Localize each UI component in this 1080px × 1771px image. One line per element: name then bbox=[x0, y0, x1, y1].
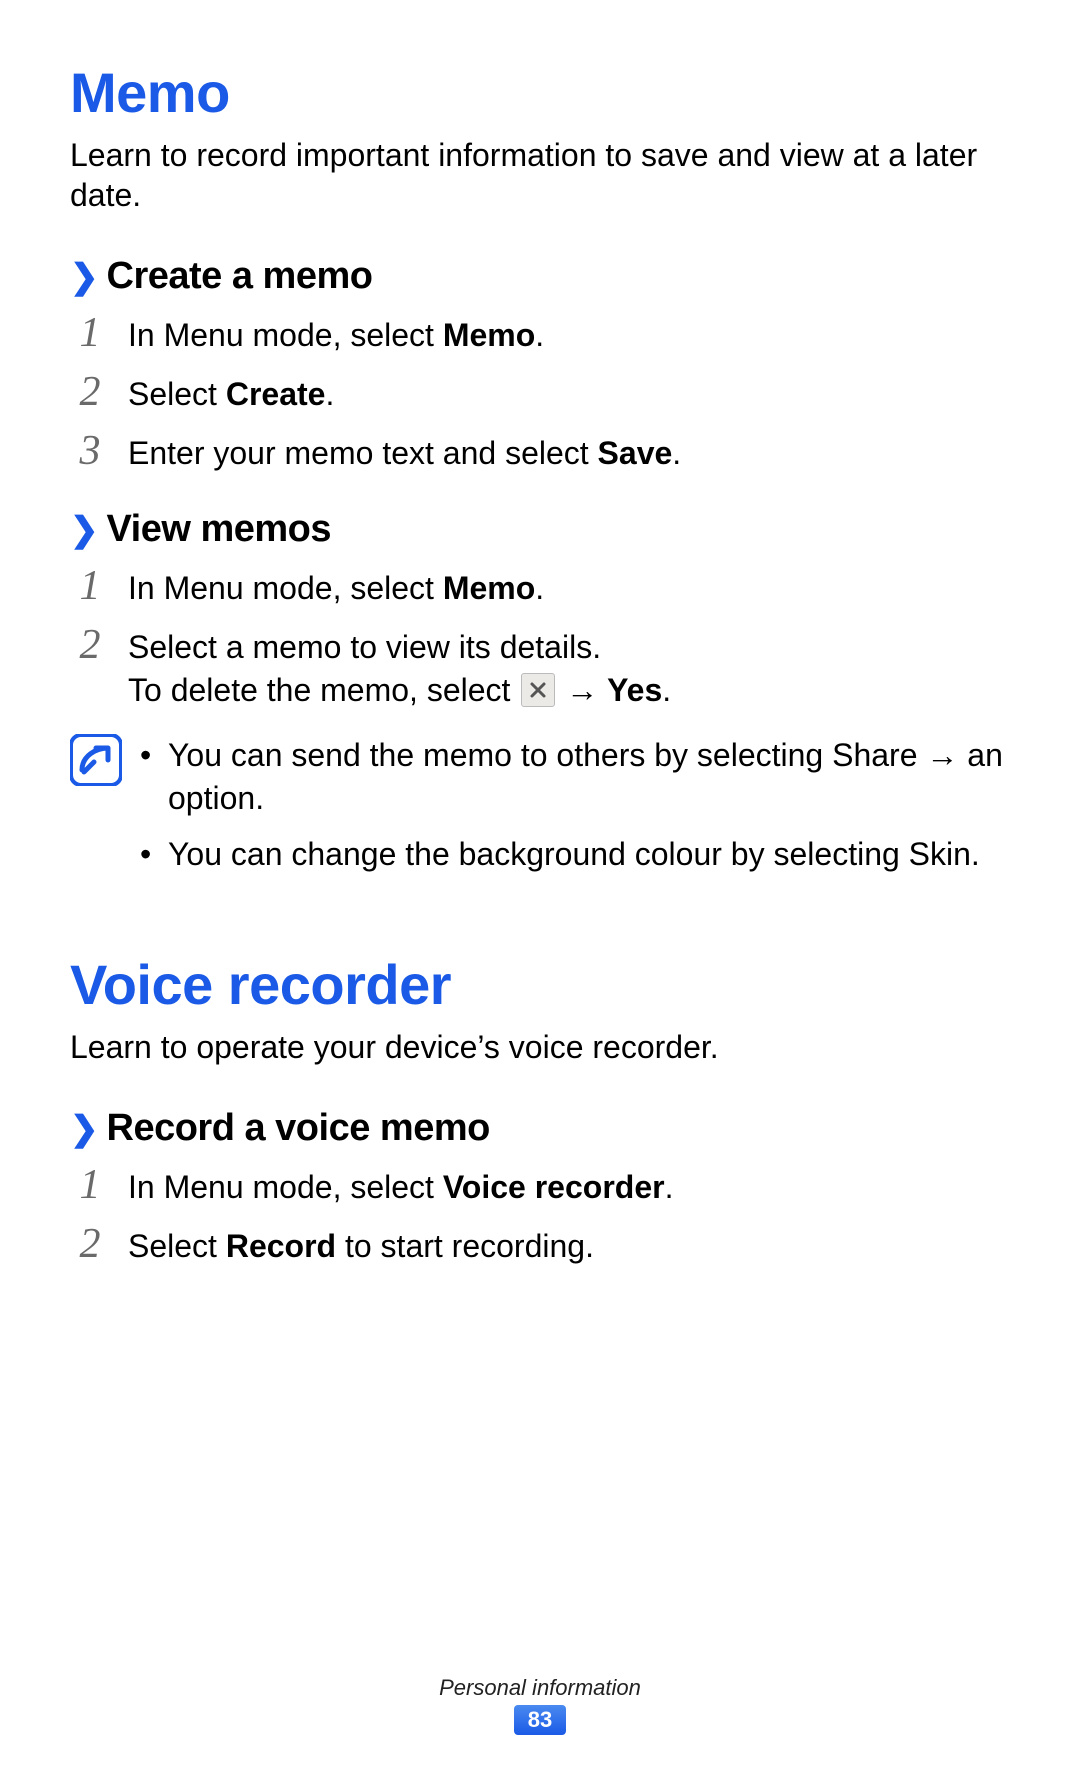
step-text: In Menu mode, select Memo. bbox=[128, 314, 544, 357]
subsection-record-voice: ❯ Record a voice memo bbox=[70, 1107, 1010, 1150]
step-number: 2 bbox=[70, 624, 110, 666]
close-icon bbox=[521, 673, 555, 707]
subsection-heading: Create a memo bbox=[107, 255, 373, 298]
step-number: 1 bbox=[70, 565, 110, 607]
section-title-memo: Memo bbox=[70, 60, 1010, 125]
chevron-icon: ❯ bbox=[70, 1112, 99, 1146]
note-list: You can send the memo to others by selec… bbox=[140, 734, 1010, 888]
note-icon bbox=[70, 734, 122, 786]
step-text: In Menu mode, select Memo. bbox=[128, 567, 544, 610]
step-row: 2 Select Record to start recording. bbox=[70, 1223, 1010, 1268]
step-text: Select a memo to view its details. To de… bbox=[128, 626, 671, 712]
step-number: 2 bbox=[70, 1223, 110, 1265]
subsection-heading: Record a voice memo bbox=[107, 1107, 490, 1150]
section-title-voice: Voice recorder bbox=[70, 952, 1010, 1017]
subsection-view-memos: ❯ View memos bbox=[70, 508, 1010, 551]
step-number: 2 bbox=[70, 371, 110, 413]
step-row: 1 In Menu mode, select Memo. bbox=[70, 565, 1010, 610]
note-item: You can change the background colour by … bbox=[140, 833, 1010, 876]
step-row: 1 In Menu mode, select Voice recorder. bbox=[70, 1164, 1010, 1209]
step-row: 3 Enter your memo text and select Save. bbox=[70, 430, 1010, 475]
step-text: Enter your memo text and select Save. bbox=[128, 432, 681, 475]
memo-intro: Learn to record important information to… bbox=[70, 135, 1010, 215]
manual-page: Memo Learn to record important informati… bbox=[0, 0, 1080, 1268]
page-footer: Personal information 83 bbox=[0, 1675, 1080, 1735]
chevron-icon: ❯ bbox=[70, 513, 99, 547]
step-row: 1 In Menu mode, select Memo. bbox=[70, 312, 1010, 357]
subsection-create-memo: ❯ Create a memo bbox=[70, 255, 1010, 298]
step-text: In Menu mode, select Voice recorder. bbox=[128, 1166, 673, 1209]
step-text: Select Record to start recording. bbox=[128, 1225, 594, 1268]
note-item: You can send the memo to others by selec… bbox=[140, 734, 1010, 820]
step-text: Select Create. bbox=[128, 373, 334, 416]
step-number: 1 bbox=[70, 312, 110, 354]
subsection-heading: View memos bbox=[107, 508, 332, 551]
step-number: 1 bbox=[70, 1164, 110, 1206]
footer-section-label: Personal information bbox=[0, 1675, 1080, 1701]
step-row: 2 Select Create. bbox=[70, 371, 1010, 416]
voice-intro: Learn to operate your device’s voice rec… bbox=[70, 1027, 1010, 1067]
step-number: 3 bbox=[70, 430, 110, 472]
page-number-badge: 83 bbox=[514, 1705, 566, 1735]
chevron-icon: ❯ bbox=[70, 260, 99, 294]
step-row: 2 Select a memo to view its details. To … bbox=[70, 624, 1010, 712]
note-block: You can send the memo to others by selec… bbox=[70, 734, 1010, 888]
